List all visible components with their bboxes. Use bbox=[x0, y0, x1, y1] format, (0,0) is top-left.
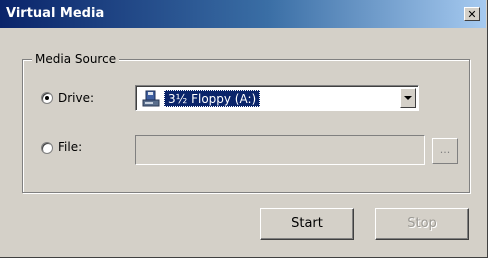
drive-select[interactable]: 3½ Floppy (A:) bbox=[135, 85, 419, 111]
media-source-group bbox=[22, 59, 470, 193]
drive-label[interactable]: Drive: bbox=[58, 91, 94, 105]
close-button[interactable]: ✕ bbox=[464, 7, 480, 21]
media-source-legend: Media Source bbox=[32, 52, 120, 66]
drive-dropdown-button[interactable] bbox=[400, 88, 416, 108]
file-path-input[interactable] bbox=[135, 135, 425, 165]
title-bar[interactable]: Virtual Media ✕ bbox=[0, 0, 486, 28]
start-button[interactable]: Start bbox=[260, 208, 354, 240]
chevron-down-icon bbox=[404, 96, 412, 100]
file-radio[interactable] bbox=[41, 142, 53, 154]
virtual-media-dialog: Virtual Media ✕ Media Source Drive: 3½ F… bbox=[0, 0, 488, 258]
window-title: Virtual Media bbox=[6, 6, 105, 21]
drive-radio[interactable] bbox=[41, 92, 53, 104]
close-icon: ✕ bbox=[467, 7, 477, 21]
stop-button[interactable]: Stop bbox=[375, 208, 469, 240]
drive-radio-dot bbox=[45, 96, 49, 100]
browse-button[interactable]: ... bbox=[432, 138, 458, 164]
drive-select-value: 3½ Floppy (A:) bbox=[164, 90, 261, 107]
file-label[interactable]: File: bbox=[58, 140, 82, 154]
floppy-drive-icon bbox=[142, 90, 160, 107]
